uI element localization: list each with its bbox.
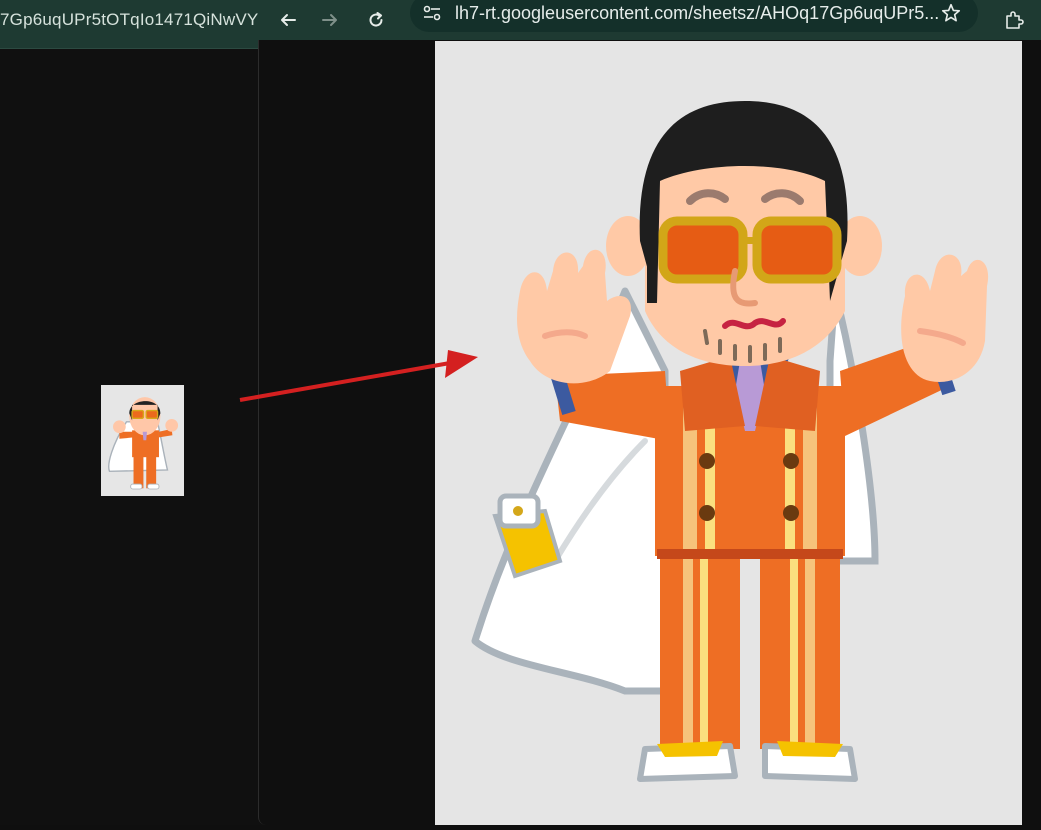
background-window-title: 7Gp6uqUPr5tOTqIo1471QiNwVYC — [0, 10, 271, 29]
thumbnail-character-illustration — [108, 397, 179, 490]
character-illustration — [471, 101, 989, 782]
image-viewer — [435, 41, 1022, 825]
thumbnail-image[interactable] — [101, 385, 184, 496]
address-bar[interactable]: lh7-rt.googleusercontent.com/sheetsz/AHO… — [410, 0, 978, 32]
star-icon[interactable] — [940, 2, 962, 24]
extensions-icon[interactable] — [1000, 6, 1028, 34]
site-settings-icon[interactable] — [422, 4, 442, 22]
forward-arrow-icon[interactable] — [316, 6, 344, 34]
background-window-tab-bar: 7Gp6uqUPr5tOTqIo1471QiNwVYC — [0, 0, 300, 49]
url-text[interactable]: lh7-rt.googleusercontent.com/sheetsz/AHO… — [455, 3, 939, 24]
reload-icon[interactable] — [362, 6, 390, 34]
back-arrow-icon[interactable] — [274, 6, 302, 34]
browser-toolbar: lh7-rt.googleusercontent.com/sheetsz/AHO… — [258, 0, 1041, 40]
